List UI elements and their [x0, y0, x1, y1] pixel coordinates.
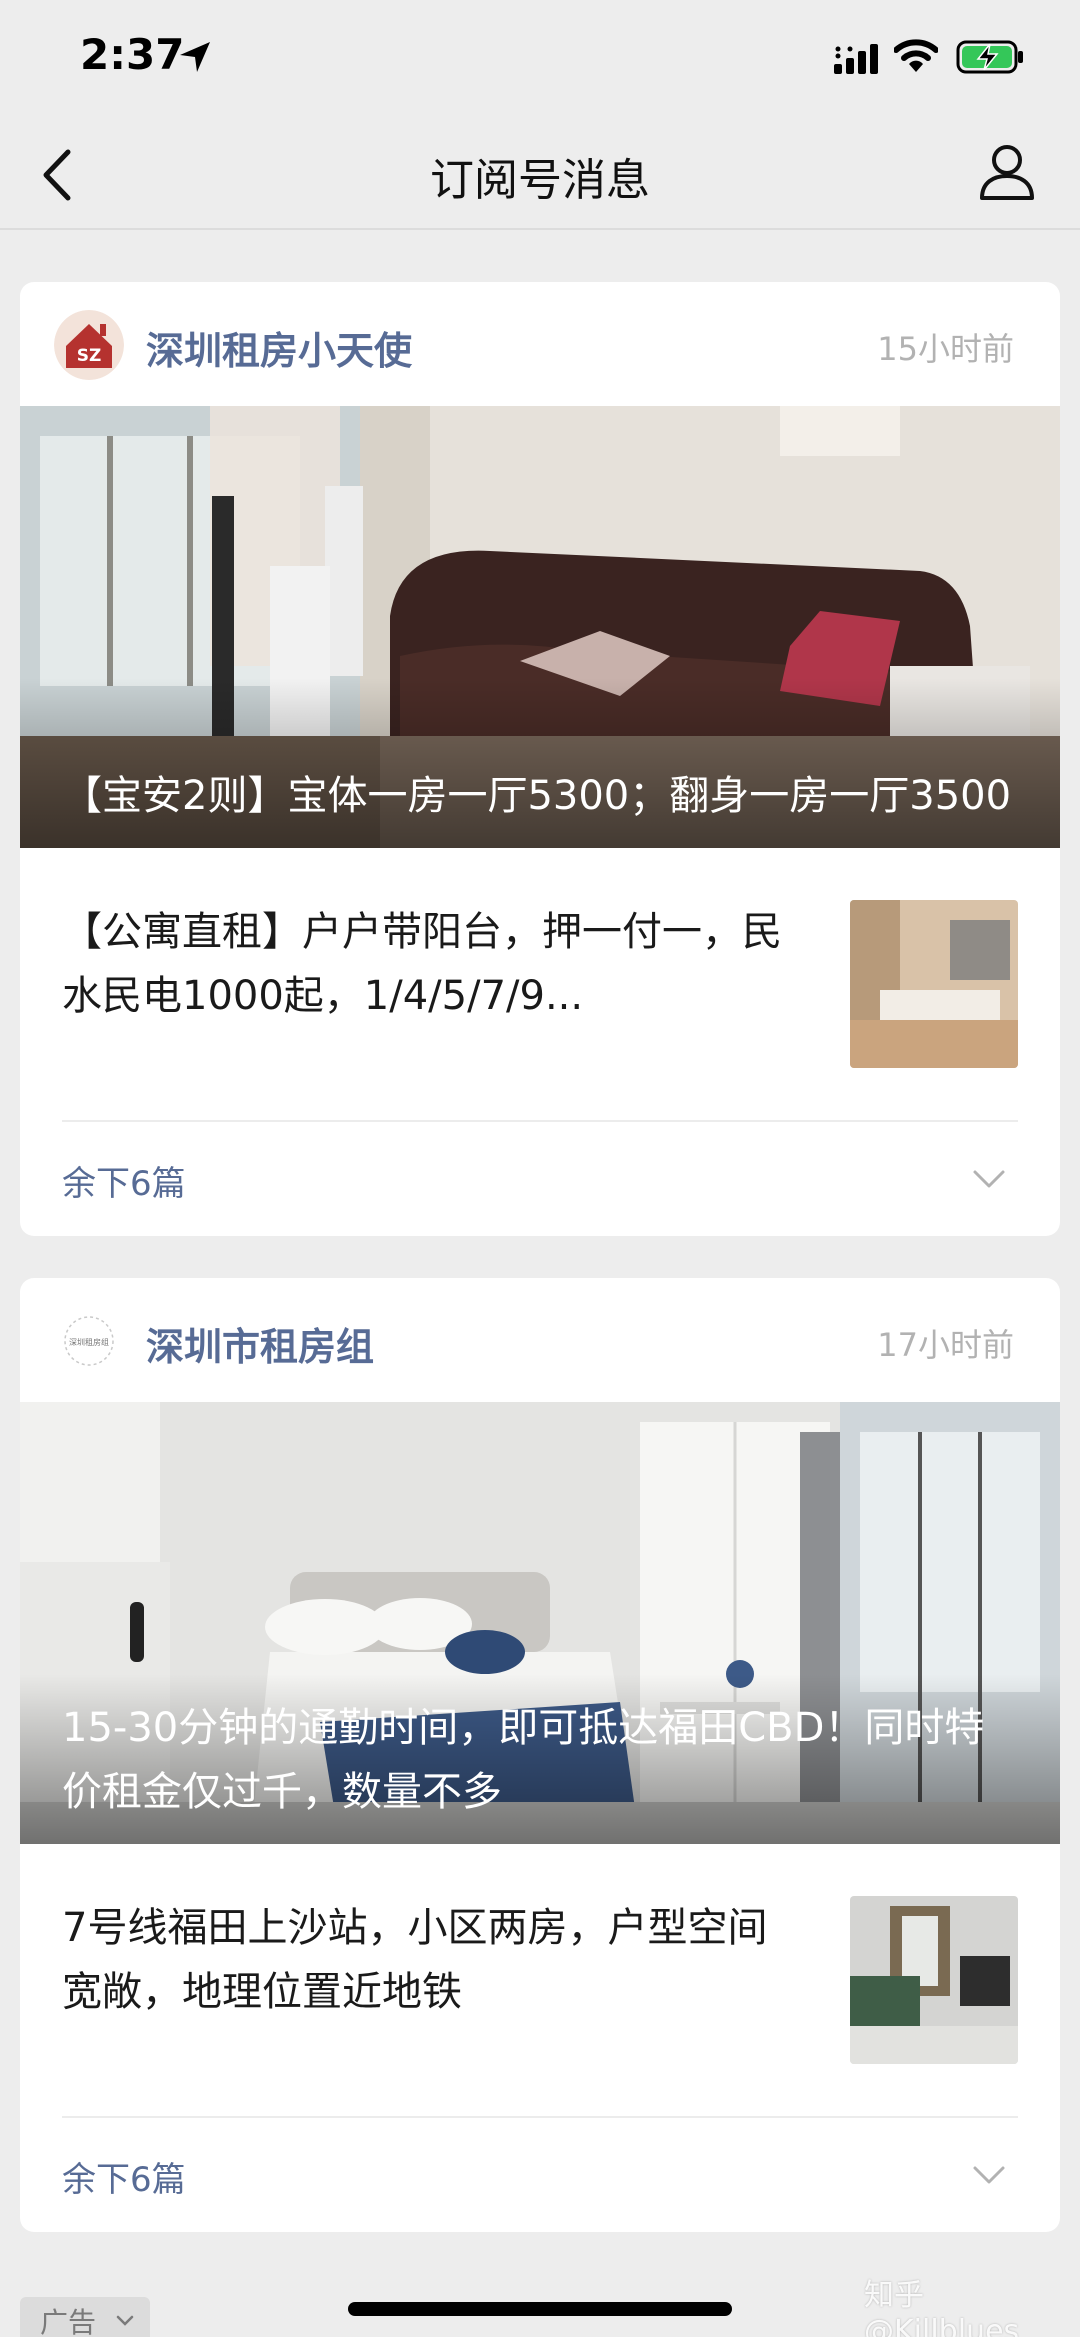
wifi-icon — [894, 39, 938, 72]
watermark: 知乎 @Killblues — [864, 2278, 1020, 2337]
sub-article-thumbnail[interactable] — [850, 900, 1018, 1068]
more-articles-label[interactable]: 余下6篇 — [62, 1156, 186, 1205]
cover-title[interactable]: 【宝安2则】宝体一房一厅5300；翻身一房一厅3500 — [62, 764, 1020, 828]
chevron-down-icon[interactable] — [972, 2164, 1006, 2186]
sub-article[interactable]: 【公寓直租】户户带阳台，押一付一，民水民电1000起，1/4/5/7/9... — [20, 848, 1060, 1122]
home-indicator[interactable] — [348, 2302, 732, 2316]
status-time: 2:37 — [80, 30, 185, 79]
more-articles-label[interactable]: 余下6篇 — [62, 2152, 186, 2201]
message-card: 深圳租房组 深圳市租房组 17小时前 15-30分钟的通勤时间，即可抵达福田CB… — [20, 1278, 1060, 2232]
nav-bar: 订阅号消息 — [0, 120, 1080, 228]
post-time: 15小时前 — [877, 330, 1014, 368]
post-time: 17小时前 — [877, 1326, 1014, 1364]
sub-article-thumbnail[interactable] — [850, 1896, 1018, 2064]
user-profile-icon[interactable] — [978, 142, 1036, 202]
account-name[interactable]: 深圳租房小天使 — [146, 320, 412, 375]
nav-divider — [0, 228, 1080, 230]
account-avatar[interactable]: SZ — [54, 310, 124, 380]
card-header[interactable]: SZ 深圳租房小天使 15小时前 — [20, 282, 1060, 406]
card-header[interactable]: 深圳租房组 深圳市租房组 17小时前 — [20, 1278, 1060, 1402]
avatar-text: SZ — [77, 346, 102, 366]
avatar-text: 深圳租房组 — [69, 1337, 109, 1347]
account-name[interactable]: 深圳市租房组 — [146, 1316, 374, 1371]
more-articles-row[interactable]: 余下6篇 — [20, 1122, 1060, 1236]
page-title: 订阅号消息 — [430, 155, 650, 206]
ad-chevron-down-icon[interactable] — [116, 2315, 134, 2327]
status-bar: 2:37 — [0, 0, 1080, 120]
cover-title[interactable]: 15-30分钟的通勤时间，即可抵达福田CBD！同时特价租金仅过千，数量不多 — [62, 1696, 1020, 1824]
more-articles-row[interactable]: 余下6篇 — [20, 2118, 1060, 2232]
cover-article[interactable]: 15-30分钟的通勤时间，即可抵达福田CBD！同时特价租金仅过千，数量不多 — [20, 1402, 1060, 1844]
cover-article[interactable]: 【宝安2则】宝体一房一厅5300；翻身一房一厅3500 — [20, 406, 1060, 848]
ad-label[interactable]: 广告 — [40, 2301, 96, 2337]
sub-article[interactable]: 7号线福田上沙站，小区两房，户型空间宽敞，地理位置近地铁 — [20, 1844, 1060, 2118]
ad-tag[interactable]: 广告 — [20, 2297, 150, 2337]
chevron-down-icon[interactable] — [972, 1168, 1006, 1190]
sub-article-title[interactable]: 【公寓直租】户户带阳台，押一付一，民水民电1000起，1/4/5/7/9... — [62, 900, 802, 1028]
battery-charging-icon — [956, 40, 1023, 74]
sub-article-title[interactable]: 7号线福田上沙站，小区两房，户型空间宽敞，地理位置近地铁 — [62, 1896, 802, 2024]
message-card: SZ 深圳租房小天使 15小时前 【宝安2则】宝体一房一厅5300；翻身一房一厅… — [20, 282, 1060, 1236]
account-avatar[interactable]: 深圳租房组 — [54, 1306, 124, 1376]
cellular-signal-icon — [834, 44, 878, 74]
location-arrow-icon — [180, 42, 210, 72]
